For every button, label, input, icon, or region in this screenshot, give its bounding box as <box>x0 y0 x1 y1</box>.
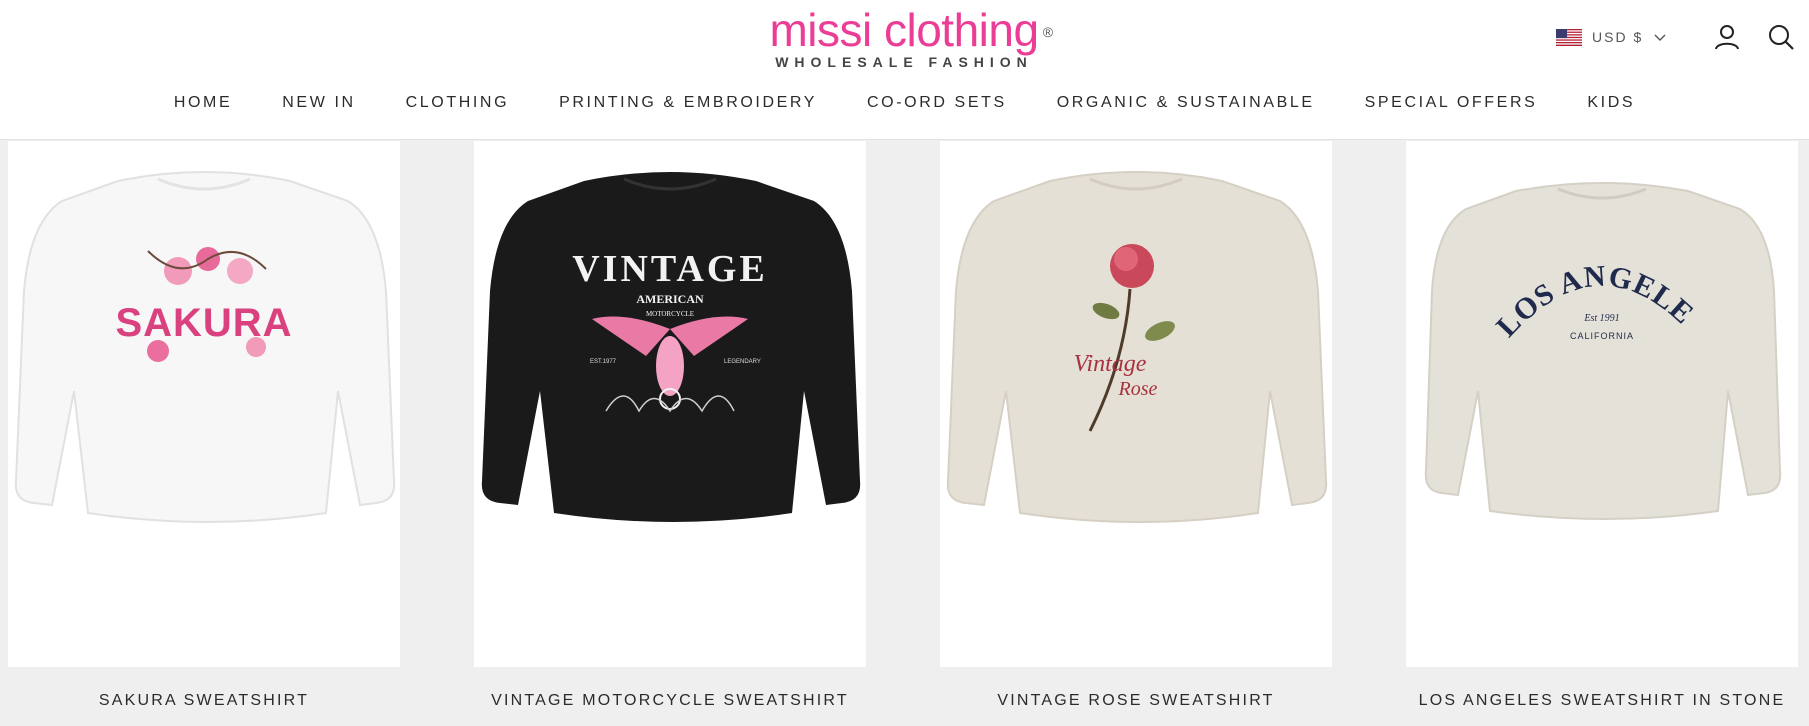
site-header: missi clothing® WHOLESALE FASHION USD $ <box>0 0 1809 140</box>
logo-wordmark[interactable]: missi clothing ® <box>769 7 1053 53</box>
print-text-small-right: LEGENDARY <box>724 359 761 365</box>
nav-item-kids[interactable]: KIDS <box>1562 88 1660 118</box>
nav-item-home[interactable]: HOME <box>149 88 257 118</box>
nav-item-clothing[interactable]: CLOTHING <box>381 88 534 118</box>
nav-item-special-offers[interactable]: SPECIAL OFFERS <box>1340 88 1563 118</box>
currency-label: USD $ <box>1592 29 1644 45</box>
print-text-main: VINTAGE <box>572 248 768 290</box>
product-image[interactable]: Vintage Rose <box>940 141 1332 667</box>
product-card[interactable]: LOS ANGELES Est 1991 CALIFORNIA LOS ANGE… <box>1406 141 1798 726</box>
print-text-sub: Est 1991 <box>1583 313 1619 324</box>
site-logo[interactable]: missi clothing ® WHOLESALE FASHION <box>754 7 1054 70</box>
nav-item-new-in[interactable]: NEW IN <box>257 88 380 118</box>
product-image[interactable]: VINTAGE AMERICAN MOTORCYCLE EST.1977 LEG… <box>474 141 866 667</box>
sweatshirt-body <box>1424 182 1782 520</box>
print-text-sub: AMERICAN <box>636 292 704 306</box>
product-image[interactable]: LOS ANGELES Est 1991 CALIFORNIA <box>1406 141 1798 667</box>
product-title[interactable]: VINTAGE ROSE SWEATSHIRT <box>900 692 1372 710</box>
print-text-sub: Rose <box>1118 378 1158 400</box>
nav-item-printing-embroidery[interactable]: PRINTING & EMBROIDERY <box>534 88 842 118</box>
product-image[interactable]: SAKURA <box>8 141 400 667</box>
product-title[interactable]: LOS ANGELES SWEATSHIRT IN STONE <box>1366 692 1809 710</box>
logo-tagline: WHOLESALE FASHION <box>775 54 1033 70</box>
main-navigation: HOME NEW IN CLOTHING PRINTING & EMBROIDE… <box>0 88 1809 118</box>
product-title[interactable]: SAKURA SWEATSHIRT <box>0 692 440 710</box>
currency-selector[interactable]: USD $ <box>1556 26 1667 48</box>
chevron-down-icon <box>1653 30 1667 44</box>
product-card[interactable]: VINTAGE AMERICAN MOTORCYCLE EST.1977 LEG… <box>474 141 866 726</box>
print-text-sub2: MOTORCYCLE <box>646 310 694 318</box>
search-icon[interactable] <box>1766 22 1796 52</box>
sweatshirt-body <box>14 171 396 523</box>
print-text-main: SAKURA <box>115 301 292 345</box>
sweatshirt-body <box>946 171 1328 523</box>
registered-mark: ® <box>1042 24 1053 40</box>
nav-item-organic-sustainable[interactable]: ORGANIC & SUSTAINABLE <box>1032 88 1340 118</box>
product-grid: SAKURA SAKURA SWEATSHIRT VINTAGE AMERICA… <box>0 141 1809 726</box>
us-flag-icon <box>1556 28 1582 46</box>
product-card[interactable]: SAKURA SAKURA SWEATSHIRT <box>8 141 400 726</box>
print-text-small-left: EST.1977 <box>590 359 617 365</box>
user-icon[interactable] <box>1712 22 1742 52</box>
product-card[interactable]: Vintage Rose VINTAGE ROSE SWEATSHIRT <box>940 141 1332 726</box>
print-text-main: Vintage <box>1074 351 1147 377</box>
nav-item-co-ord-sets[interactable]: CO-ORD SETS <box>842 88 1032 118</box>
product-title[interactable]: VINTAGE MOTORCYCLE SWEATSHIRT <box>434 692 906 710</box>
print-text-sub2: CALIFORNIA <box>1570 331 1634 341</box>
